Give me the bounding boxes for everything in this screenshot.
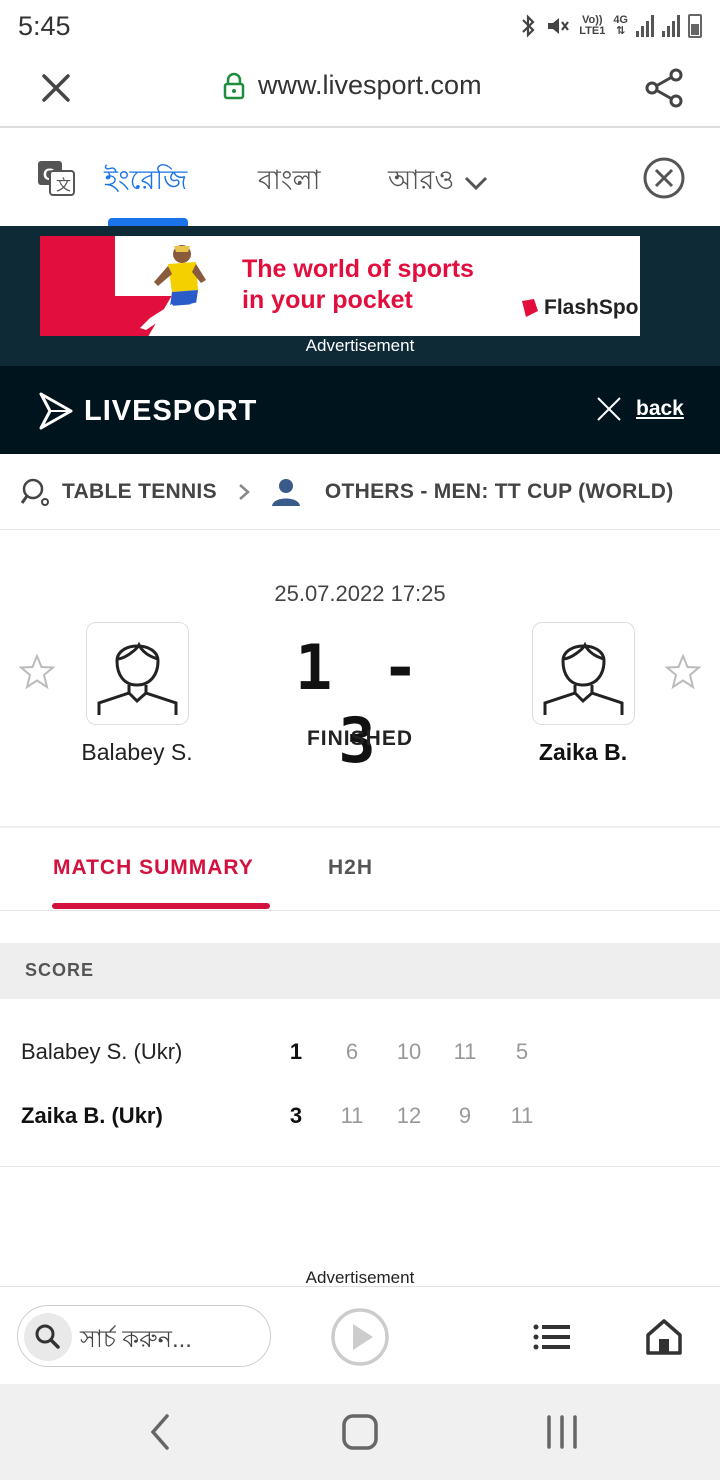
score-section-title: SCORE [25,960,95,980]
away-player-avatar[interactable] [532,622,635,725]
close-circle-icon[interactable] [642,156,686,200]
row-total: 1 [289,1039,303,1064]
away-player-name[interactable]: Zaika B. [483,739,683,766]
row-set-score: 10 [396,1039,422,1064]
status-bar: 5:45 Vo)) LTE1 4G ⇅ [0,0,720,52]
translate-bar: G文 ইংরেজি বাংলা আরও [0,130,720,226]
home-player-avatar[interactable] [86,622,189,725]
tab-english[interactable]: ইংরেজি [104,160,187,205]
back-button[interactable]: back [596,396,684,422]
ad-headline: The world of sports in your pocket [242,255,474,314]
match-status: FINISHED [306,727,413,750]
row-set-score: 5 [515,1039,529,1064]
close-icon[interactable] [36,68,76,108]
home-icon[interactable] [644,1317,684,1357]
url-field[interactable]: www.livesport.com [222,70,482,101]
share-icon[interactable] [642,66,686,110]
browser-url-bar: www.livesport.com [0,52,720,128]
android-nav-bar [0,1384,720,1480]
row-set-score: 9 [458,1103,472,1128]
network-indicator: 4G ⇅ [613,14,628,37]
table-row: Zaika B. (Ukr) 3 11 12 9 11 [0,1087,720,1147]
breadcrumb: TABLE TENNIS OTHERS - MEN: TT CUP (WORLD… [0,454,720,530]
nav-home-icon[interactable] [340,1412,380,1452]
match-tabs: MATCH SUMMARY H2H [0,829,720,911]
favorite-star-icon[interactable] [664,653,702,691]
search-icon [35,1324,60,1349]
site-header: LIVESPORT back [0,366,720,454]
ad-banner[interactable]: The world of sports in your pocket Flash… [40,236,640,336]
row-total: 3 [289,1103,303,1128]
row-set-score: 11 [510,1103,534,1128]
back-label: back [636,397,684,420]
tab-active-indicator [52,903,270,909]
player-image [140,245,208,332]
livesport-logo-icon [39,392,73,430]
search-input[interactable]: সার্চ করুন... [17,1305,271,1367]
tab-active-indicator [108,218,188,226]
row-set-score: 6 [345,1039,359,1064]
favorite-star-icon[interactable] [18,653,56,691]
nav-recent-apps-icon[interactable] [544,1412,580,1452]
google-translate-icon: G文 [38,161,75,196]
tab-match-summary[interactable]: MATCH SUMMARY [53,856,254,880]
status-time: 5:45 [18,10,71,41]
score-section-header: SCORE [0,943,720,999]
table-row: Balabey S. (Ukr) 1 6 10 11 5 [0,1023,720,1083]
row-set-score: 12 [396,1103,422,1128]
row-set-score: 11 [340,1103,364,1128]
flash-logo-icon [522,299,538,317]
volte-indicator: Vo)) LTE1 [579,14,606,37]
search-button[interactable] [24,1313,72,1361]
match-header: 25.07.2022 17:25 Balabey S. 1 - 3 FINISH… [0,531,720,828]
livesport-logo[interactable]: LIVESPORT [38,391,257,431]
status-icons: Vo)) LTE1 4G ⇅ [519,14,702,38]
breadcrumb-sport[interactable]: TABLE TENNIS [62,480,217,504]
divider [0,1166,720,1167]
home-player-name[interactable]: Balabey S. [37,739,237,766]
nav-back-icon[interactable] [145,1412,175,1452]
person-icon [271,478,300,506]
ad-brand: FlashSpo [518,296,639,320]
bluetooth-icon [522,14,535,38]
table-tennis-icon [20,478,49,506]
breadcrumb-competition[interactable]: OTHERS - MEN: TT CUP (WORLD) [325,480,674,504]
ad-label: Advertisement [305,336,415,355]
row-set-score: 11 [453,1039,477,1064]
player-avatar-icon [97,641,178,715]
ad-zone-top: The world of sports in your pocket Flash… [0,226,720,366]
close-icon [597,397,621,421]
battery-icon [688,14,702,38]
lock-icon [223,72,245,99]
chevron-right-icon [239,483,250,500]
player-avatar-icon [543,641,624,715]
browser-bottom-bar: সার্চ করুন... [0,1286,720,1384]
tab-more[interactable]: আরও [388,160,488,205]
mute-icon [548,18,570,34]
row-player-name[interactable]: Zaika B. (Ukr) [21,1103,163,1129]
signal-icon [636,15,654,37]
tab-bangla[interactable]: বাংলা [258,160,320,205]
tab-more-label: আরও [388,165,455,195]
match-datetime: 25.07.2022 17:25 [274,581,446,606]
tab-h2h[interactable]: H2H [328,856,373,880]
signal-icon [662,15,680,37]
row-player-name[interactable]: Balabey S. (Ukr) [21,1039,182,1065]
match-score: 1 - 3 [295,631,425,777]
search-placeholder: সার্চ করুন... [80,1326,192,1353]
svg-text:文: 文 [56,176,71,194]
play-icon[interactable] [330,1307,390,1367]
url-text: www.livesport.com [258,70,482,100]
ad-label: Advertisement [305,1268,415,1287]
menu-list-icon[interactable] [532,1323,572,1351]
logo-text: LIVESPORT [84,394,258,427]
chevron-down-icon [465,176,488,190]
